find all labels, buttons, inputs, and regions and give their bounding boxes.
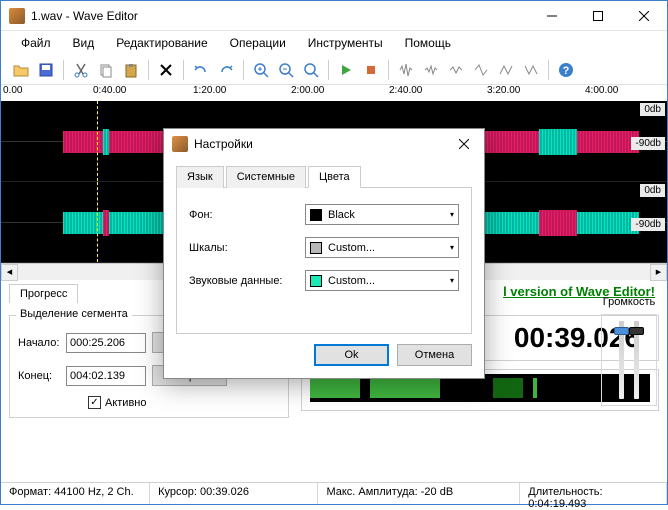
effect4-button[interactable] — [469, 58, 493, 82]
menu-help[interactable]: Помощь — [395, 33, 461, 53]
active-label: Активно — [105, 397, 147, 409]
save-button[interactable] — [34, 58, 58, 82]
ruler-tick: 4:00.00 — [585, 85, 618, 96]
app-icon — [9, 8, 25, 24]
status-length: Длительность: 0:04:19.493 — [520, 483, 667, 504]
db-label: -90db — [631, 218, 665, 231]
ruler-tick: 0.00 — [3, 85, 22, 96]
volume-slider-right[interactable] — [634, 321, 639, 399]
tab-language[interactable]: Язык — [176, 166, 224, 188]
scroll-left-button[interactable]: ◀ — [1, 264, 18, 281]
chevron-down-icon: ▾ — [450, 276, 454, 285]
chevron-down-icon: ▾ — [450, 243, 454, 252]
redo-button[interactable] — [214, 58, 238, 82]
volume-slider-left[interactable] — [619, 321, 624, 399]
menu-edit[interactable]: Редактирование — [106, 33, 217, 53]
menubar: Файл Вид Редактирование Операции Инструм… — [1, 31, 667, 55]
scroll-right-button[interactable]: ▶ — [650, 264, 667, 281]
status-amplitude: Макс. Амплитуда: -20 dB — [318, 483, 520, 504]
tab-system[interactable]: Системные — [226, 166, 306, 188]
dialog-close-button[interactable] — [444, 129, 484, 159]
cut-button[interactable] — [69, 58, 93, 82]
dialog-titlebar: Настройки — [164, 129, 484, 159]
zoom-fit-button[interactable] — [299, 58, 323, 82]
toolbar: ? — [1, 55, 667, 85]
zoom-out-button[interactable] — [274, 58, 298, 82]
time-ruler[interactable]: 0.00 0:40.00 1:20.00 2:00.00 2:40.00 3:2… — [1, 85, 667, 101]
minimize-button[interactable] — [529, 1, 575, 31]
background-label: Фон: — [189, 209, 305, 221]
end-label: Конец: — [18, 370, 60, 382]
effect3-button[interactable] — [444, 58, 468, 82]
ruler-tick: 0:40.00 — [93, 85, 126, 96]
effect5-button[interactable] — [494, 58, 518, 82]
volume-legend: Громкость — [601, 296, 657, 308]
undo-button[interactable] — [189, 58, 213, 82]
delete-button[interactable] — [154, 58, 178, 82]
color-swatch — [310, 242, 322, 254]
dialog-icon — [172, 136, 188, 152]
effect2-button[interactable] — [419, 58, 443, 82]
dialog-title: Настройки — [194, 137, 444, 151]
window-title: 1.wav - Wave Editor — [31, 9, 529, 23]
menu-tools[interactable]: Инструменты — [298, 33, 393, 53]
close-button[interactable] — [621, 1, 667, 31]
settings-dialog: Настройки Язык Системные Цвета Фон: Blac… — [163, 128, 485, 379]
background-select[interactable]: Black ▾ — [305, 204, 459, 225]
copy-button[interactable] — [94, 58, 118, 82]
titlebar: 1.wav - Wave Editor — [1, 1, 667, 31]
start-input[interactable] — [66, 333, 146, 353]
chevron-down-icon: ▾ — [450, 210, 454, 219]
tab-progress[interactable]: Прогресс — [9, 284, 78, 303]
start-label: Начало: — [18, 337, 60, 349]
sound-data-select[interactable]: Custom... ▾ — [305, 270, 459, 291]
main-window: 1.wav - Wave Editor Файл Вид Редактирова… — [0, 0, 668, 505]
status-cursor: Курсор: 00:39.026 — [150, 483, 318, 504]
effect6-button[interactable] — [519, 58, 543, 82]
color-swatch — [310, 209, 322, 221]
db-label: -90db — [631, 137, 665, 150]
ruler-tick: 2:40.00 — [389, 85, 422, 96]
status-format: Формат: 44100 Hz, 2 Ch. — [1, 483, 150, 504]
db-label: 0db — [640, 103, 665, 116]
stop-button[interactable] — [359, 58, 383, 82]
help-button[interactable]: ? — [554, 58, 578, 82]
ruler-tick: 3:20.00 — [487, 85, 520, 96]
sound-data-label: Звуковые данные: — [189, 275, 305, 287]
tab-colors[interactable]: Цвета — [308, 166, 361, 188]
volume-group: Громкость — [601, 296, 657, 406]
cancel-button[interactable]: Отмена — [397, 344, 472, 366]
end-input[interactable] — [66, 366, 146, 386]
ok-button[interactable]: Ok — [314, 344, 389, 366]
menu-view[interactable]: Вид — [63, 33, 105, 53]
db-label: 0db — [640, 184, 665, 197]
ruler-tick: 1:20.00 — [193, 85, 226, 96]
open-button[interactable] — [9, 58, 33, 82]
active-checkbox[interactable]: ✓ — [88, 396, 101, 409]
play-button[interactable] — [334, 58, 358, 82]
color-swatch — [310, 275, 322, 287]
ruler-tick: 2:00.00 — [291, 85, 324, 96]
scales-select[interactable]: Custom... ▾ — [305, 237, 459, 258]
zoom-in-button[interactable] — [249, 58, 273, 82]
segment-legend: Выделение сегмента — [16, 308, 132, 320]
menu-file[interactable]: Файл — [11, 33, 61, 53]
menu-operations[interactable]: Операции — [220, 33, 296, 53]
paste-button[interactable] — [119, 58, 143, 82]
effect1-button[interactable] — [394, 58, 418, 82]
statusbar: Формат: 44100 Hz, 2 Ch. Курсор: 00:39.02… — [1, 482, 667, 504]
scales-label: Шкалы: — [189, 242, 305, 254]
svg-text:?: ? — [563, 65, 570, 77]
maximize-button[interactable] — [575, 1, 621, 31]
